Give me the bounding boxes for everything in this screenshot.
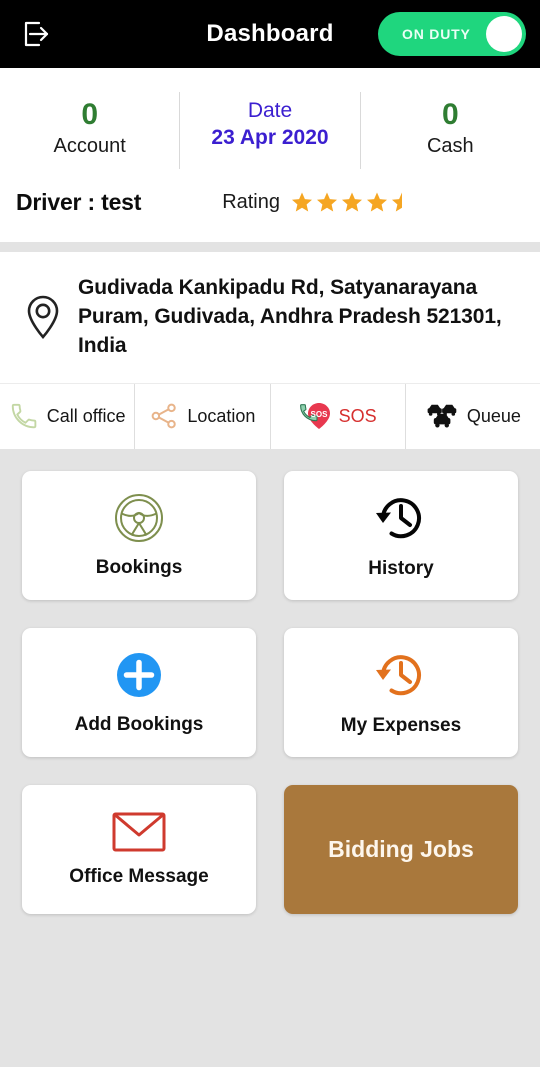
dashboard-tile-grid: Bookings History Add Bookings My Expense… — [0, 448, 540, 1067]
logout-icon — [24, 21, 49, 47]
rating-group: Rating — [222, 190, 414, 214]
stat-account[interactable]: 0 Account — [0, 92, 179, 169]
stat-date[interactable]: Date 23 Apr 2020 — [179, 92, 359, 169]
steering-wheel-icon — [112, 491, 166, 545]
stats-row: 0 Account Date 23 Apr 2020 0 Cash — [0, 68, 540, 183]
tile-add-bookings[interactable]: Add Bookings — [22, 627, 256, 757]
summary-card: 0 Account Date 23 Apr 2020 0 Cash Driver… — [0, 68, 540, 242]
quick-actions-bar: Call office Location SOS SOS Queue — [0, 382, 540, 449]
on-duty-toggle[interactable]: ON DUTY — [378, 12, 526, 56]
svg-text:SOS: SOS — [310, 410, 328, 419]
top-app-bar: Dashboard ON DUTY — [0, 0, 540, 68]
star-icon — [292, 192, 312, 212]
star-icon — [367, 192, 387, 212]
plus-circle-icon — [112, 648, 166, 702]
tile-label-bidding-jobs: Bidding Jobs — [328, 835, 474, 862]
account-value: 0 — [81, 98, 98, 131]
star-half-icon — [392, 192, 402, 212]
phone-icon — [11, 403, 37, 429]
traffic-cars-icon — [427, 404, 457, 428]
tile-office-message[interactable]: Office Message — [22, 784, 256, 914]
clock-history-icon — [373, 647, 429, 703]
driver-row: Driver : test Rating — [0, 183, 540, 242]
sos-icon: SOS — [299, 403, 330, 429]
logout-button[interactable] — [12, 10, 60, 58]
action-label-queue: Queue — [466, 405, 521, 426]
action-call-office[interactable]: Call office — [0, 384, 134, 449]
action-queue[interactable]: Queue — [404, 383, 540, 449]
action-label-call-office: Call office — [46, 405, 126, 426]
date-value: 23 Apr 2020 — [211, 126, 329, 150]
stat-cash[interactable]: 0 Cash — [359, 92, 540, 169]
star-icon — [342, 192, 362, 212]
tile-label-history: History — [368, 558, 434, 579]
cash-label: Cash — [426, 134, 474, 157]
share-nodes-icon — [151, 403, 177, 429]
toggle-knob — [486, 16, 522, 52]
tile-label-add-bookings: Add Bookings — [74, 714, 204, 735]
tile-history[interactable]: History — [284, 470, 518, 600]
tile-bidding-jobs[interactable]: Bidding Jobs — [284, 784, 518, 914]
current-address-card[interactable]: Gudivada Kankipadu Rd, Satyanarayana Pur… — [0, 251, 540, 383]
clock-history-icon — [373, 490, 429, 546]
star-icon — [317, 192, 337, 212]
tile-my-expenses[interactable]: My Expenses — [284, 627, 518, 757]
on-duty-toggle-label: ON DUTY — [402, 26, 471, 42]
rating-label: Rating — [222, 190, 280, 213]
action-label-location: Location — [187, 405, 256, 426]
envelope-icon — [111, 810, 167, 854]
dashboard-screen: Dashboard ON DUTY 0 Account Date 23 Apr … — [0, 0, 540, 1067]
tile-label-office-message: Office Message — [69, 866, 209, 887]
action-label-sos: SOS — [338, 405, 377, 426]
driver-name: Driver : test — [16, 188, 142, 215]
tile-label-my-expenses: My Expenses — [340, 715, 462, 736]
account-label: Account — [53, 134, 126, 157]
tile-label-bookings: Bookings — [95, 557, 183, 578]
section-gap — [0, 241, 540, 252]
cash-value: 0 — [441, 98, 459, 131]
location-pin-icon — [27, 295, 59, 340]
action-location[interactable]: Location — [134, 383, 269, 449]
tile-bookings[interactable]: Bookings — [22, 470, 256, 600]
address-text: Gudivada Kankipadu Rd, Satyanarayana Pur… — [78, 275, 502, 357]
action-sos[interactable]: SOS SOS — [269, 383, 405, 449]
date-label: Date — [247, 99, 293, 122]
rating-stars — [290, 190, 414, 214]
